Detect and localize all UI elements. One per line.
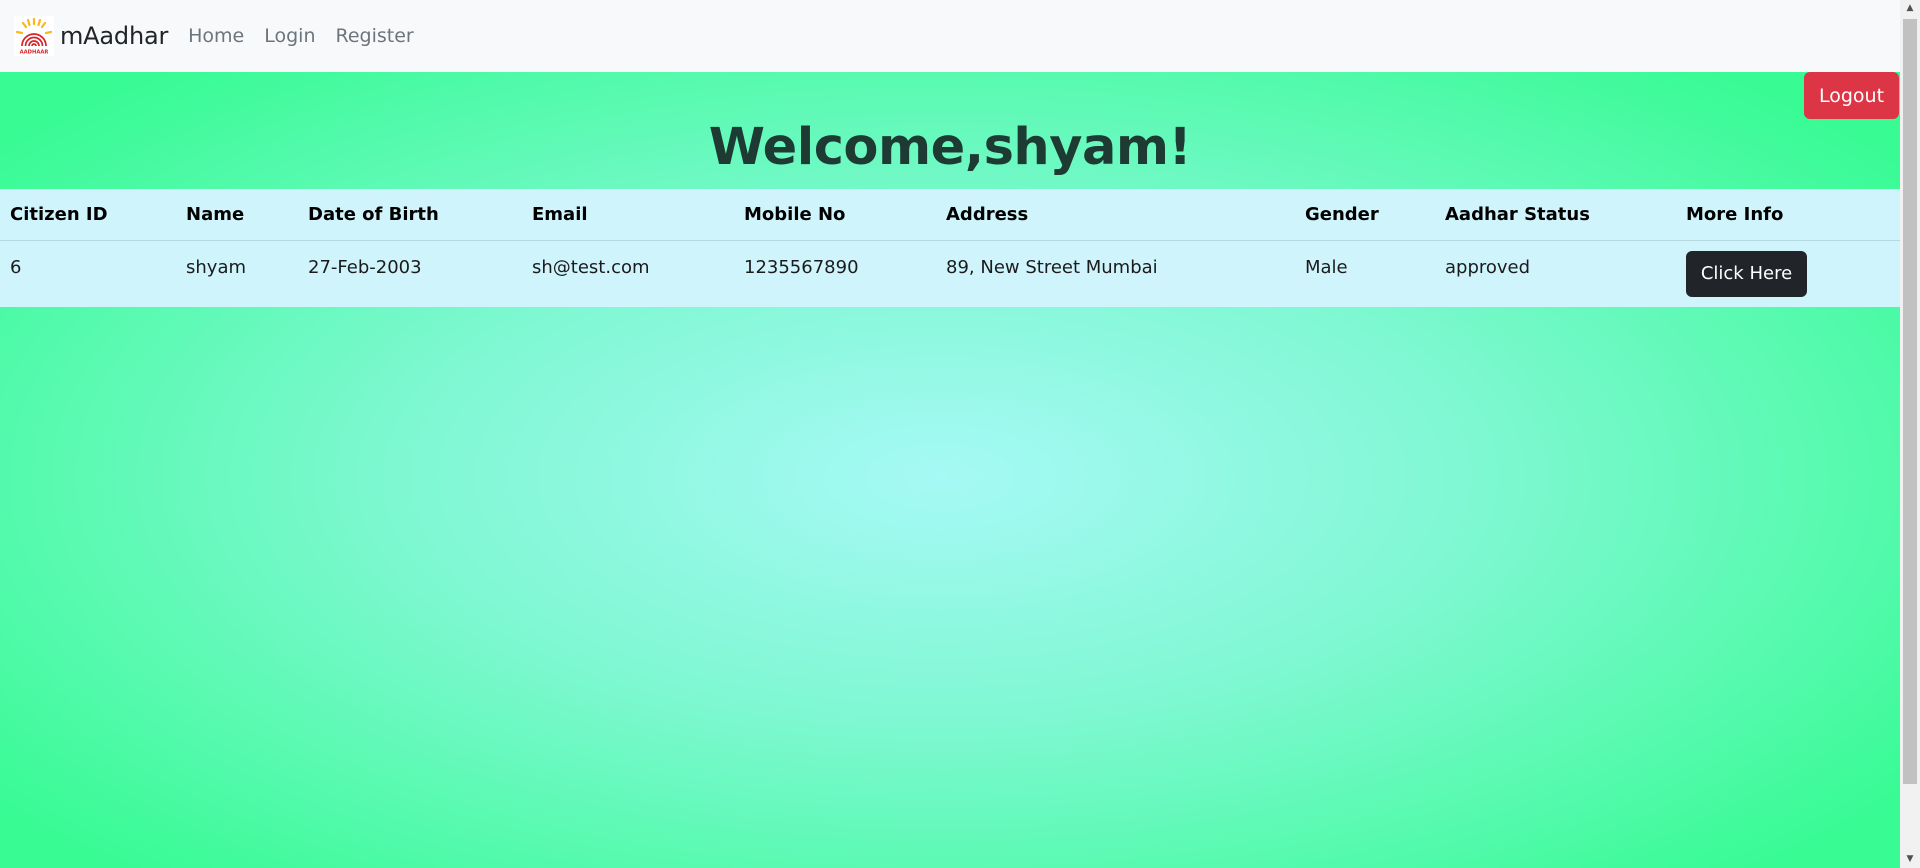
brand-link[interactable]: AADHAAR mAadhar: [14, 16, 168, 56]
cell-citizen-id: 6: [10, 256, 22, 278]
header-email: Email: [522, 189, 734, 241]
table-header-row: Citizen ID Name Date of Birth Email Mobi…: [0, 189, 1900, 241]
logout-button[interactable]: Logout: [1804, 72, 1899, 119]
nav-home-link[interactable]: Home: [188, 25, 244, 47]
navbar: AADHAAR mAadhar Home Login Register: [0, 0, 1900, 72]
header-gender: Gender: [1295, 189, 1435, 241]
header-address: Address: [936, 189, 1295, 241]
header-aadhar-status: Aadhar Status: [1435, 189, 1676, 241]
nav-register-link[interactable]: Register: [336, 25, 414, 47]
cell-address: 89, New Street Mumbai: [946, 256, 1158, 278]
header-citizen-id: Citizen ID: [0, 189, 176, 241]
header-mobile-no: Mobile No: [734, 189, 936, 241]
table-row: 6 shyam 27-Feb-2003 sh@test.com 12355678…: [0, 240, 1900, 307]
cell-aadhar-status: approved: [1445, 256, 1531, 278]
aadhaar-logo-icon: AADHAAR: [14, 16, 54, 56]
scroll-up-arrow-icon[interactable]: ▲: [1900, 0, 1920, 17]
cell-email: sh@test.com: [532, 256, 650, 278]
cell-more-info: Click Here: [1676, 240, 1900, 307]
cell-mobile-no: 1235567890: [744, 256, 859, 278]
header-more-info: More Info: [1676, 189, 1900, 241]
nav-login-link[interactable]: Login: [264, 25, 315, 47]
vertical-scrollbar[interactable]: ▲ ▼: [1900, 0, 1920, 868]
click-here-button[interactable]: Click Here: [1686, 250, 1807, 297]
citizen-table: Citizen ID Name Date of Birth Email Mobi…: [0, 189, 1900, 307]
nav-links: Home Login Register: [188, 25, 434, 47]
header-date-of-birth: Date of Birth: [298, 189, 522, 241]
svg-text:AADHAAR: AADHAAR: [20, 50, 49, 56]
scroll-down-arrow-icon[interactable]: ▼: [1900, 851, 1920, 868]
cell-date-of-birth: 27-Feb-2003: [308, 256, 422, 278]
brand-name: mAadhar: [60, 22, 169, 50]
header-name: Name: [176, 189, 298, 241]
cell-gender: Male: [1305, 256, 1348, 278]
welcome-heading: Welcome,shyam!: [708, 118, 1192, 177]
cell-name: shyam: [186, 256, 247, 278]
scrollbar-thumb[interactable]: [1903, 19, 1917, 784]
